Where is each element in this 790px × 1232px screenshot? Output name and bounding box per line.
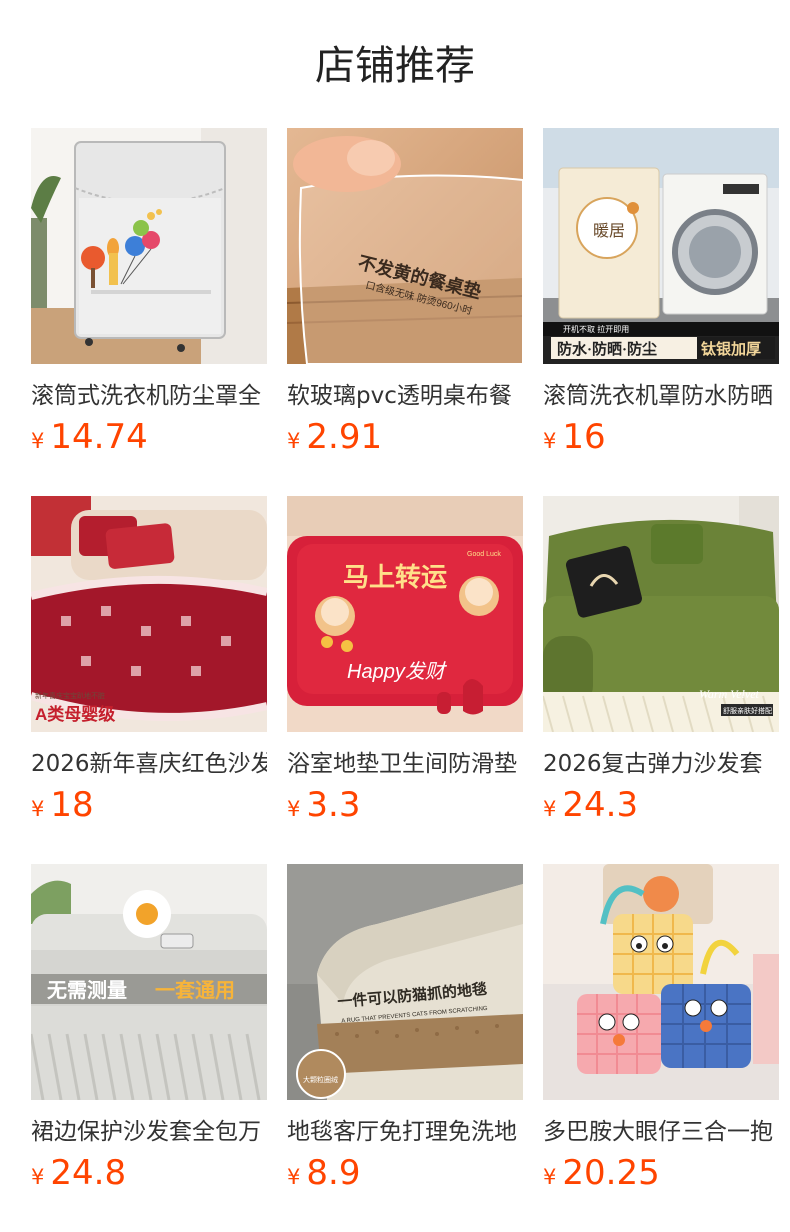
product-title[interactable]: 滚筒式洗衣机防尘罩全 [31,378,267,414]
bath-mat-image[interactable]: 马上转运 Good Luck Happy发财 [287,496,523,732]
product-title[interactable]: 软玻璃pvc透明桌布餐 [287,378,523,414]
rug-badge: 大颗粒圈绒 [303,1075,338,1084]
product-card[interactable]: 新年喜庆宝宝趴地不脏 A类母婴级 2026新年喜庆红色沙发 ¥18 [31,496,267,836]
currency-symbol: ¥ [287,797,301,821]
price-value: 24.8 [50,1153,127,1193]
product-card[interactable]: 暖居 开机不取 拉开即用 防水·防晒·防尘 钛银加厚 滚筒洗衣机罩防水防晒 ¥1… [543,128,779,468]
promo-line1: Warm Velvet [699,687,760,701]
currency-symbol: ¥ [543,429,557,453]
currency-symbol: ¥ [31,1165,45,1189]
product-price: ¥3.3 [287,784,360,826]
product-title[interactable]: 裙边保护沙发套全包万 [31,1114,267,1150]
price-value: 16 [562,417,606,457]
price-value: 3.3 [306,785,361,825]
currency-symbol: ¥ [543,1165,557,1189]
sofa-skirt-image[interactable]: 无需测量 一套通用 [31,864,267,1100]
product-card[interactable]: Warm Velvet 舒服亲肤好搭配 2026复古弹力沙发套 ¥24.3 [543,496,779,836]
brand-badge: 暖居 [593,222,625,240]
product-card[interactable]: 滚筒式洗衣机防尘罩全 ¥14.74 [31,128,267,468]
washer-cover-image[interactable] [31,128,267,364]
price-value: 8.9 [306,1153,361,1193]
pillow-image[interactable] [543,864,779,1100]
product-title[interactable]: 2026新年喜庆红色沙发 [31,746,267,782]
product-price: ¥20.25 [543,1152,660,1194]
product-price: ¥18 [31,784,94,826]
product-price: ¥14.74 [31,416,148,458]
mat-happy: Happy发财 [347,661,448,683]
section-title: 店铺推荐 [315,43,475,89]
product-title[interactable]: 多巴胺大眼仔三合一抱 [543,1114,779,1150]
product-card[interactable]: 多巴胺大眼仔三合一抱 ¥20.25 [543,864,779,1204]
product-title[interactable]: 滚筒洗衣机罩防水防晒 [543,378,779,414]
price-value: 14.74 [50,417,148,457]
price-value: 20.25 [562,1153,660,1193]
promo-left: 防水·防晒·防尘 [557,340,657,358]
product-price: ¥2.91 [287,416,382,458]
product-card[interactable]: 马上转运 Good Luck Happy发财 浴室地垫卫生间防滑垫 ¥3.3 [287,496,523,836]
promo-right: 一套通用 [155,978,235,1002]
price-value: 2.91 [306,417,383,457]
currency-symbol: ¥ [287,1165,301,1189]
product-title[interactable]: 地毯客厅免打理免洗地 [287,1114,523,1150]
promo-line1: 新年喜庆宝宝趴地不脏 [35,691,105,700]
mat-slogan: 马上转运 [343,562,447,592]
promo-line2: A类母婴级 [35,704,115,724]
product-card[interactable]: 不发黄的餐桌垫 口含级无味 防烫960小时 软玻璃pvc透明桌布餐 ¥2.91 [287,128,523,468]
promo-right: 钛银加厚 [701,340,761,358]
rug-image[interactable]: 一件可以防猫抓的地毯 A RUG THAT PREVENTS CATS FROM… [287,864,523,1100]
table-mat-image[interactable]: 不发黄的餐桌垫 口含级无味 防烫960小时 [287,128,523,364]
product-price: ¥24.3 [543,784,638,826]
promo-top: 开机不取 拉开即用 [563,324,629,334]
promo-left: 无需测量 [47,979,127,1002]
mat-goodluck: Good Luck [467,551,501,558]
product-price: ¥16 [543,416,606,458]
currency-symbol: ¥ [31,429,45,453]
product-card[interactable]: 无需测量 一套通用 裙边保护沙发套全包万 ¥24.8 [31,864,267,1204]
currency-symbol: ¥ [543,797,557,821]
product-price: ¥8.9 [287,1152,360,1194]
product-title[interactable]: 浴室地垫卫生间防滑垫 [287,746,523,782]
product-card[interactable]: 一件可以防猫抓的地毯 A RUG THAT PREVENTS CATS FROM… [287,864,523,1204]
sofa-cover-image[interactable]: Warm Velvet 舒服亲肤好搭配 [543,496,779,732]
price-value: 24.3 [562,785,639,825]
currency-symbol: ¥ [31,797,45,821]
washer-cover-image[interactable]: 暖居 开机不取 拉开即用 防水·防晒·防尘 钛银加厚 [543,128,779,364]
currency-symbol: ¥ [287,429,301,453]
price-value: 18 [50,785,94,825]
promo-line2: 舒服亲肤好搭配 [723,706,772,715]
product-price: ¥24.8 [31,1152,126,1194]
sofa-cover-image[interactable]: 新年喜庆宝宝趴地不脏 A类母婴级 [31,496,267,732]
product-title[interactable]: 2026复古弹力沙发套 [543,746,779,782]
